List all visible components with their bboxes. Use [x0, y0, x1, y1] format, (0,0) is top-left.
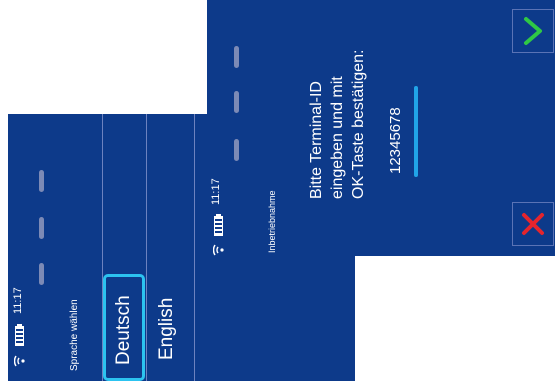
status-time: 11:17 [210, 178, 222, 205]
placeholder-dash [234, 91, 239, 113]
screen-title: Sprache wählen [69, 299, 80, 371]
wifi-icon [213, 244, 224, 256]
separator [146, 114, 147, 381]
prompt-line-2: eingeben und mit [329, 76, 346, 199]
status-time: 11:17 [12, 287, 24, 314]
terminal-id-screen: 11:17 Inbetriebnahme Bitte Terminal-ID e… [207, 0, 555, 256]
screen-title: Inbetriebnahme [267, 190, 277, 253]
placeholder-dash [39, 170, 44, 192]
placeholder-dash [234, 46, 239, 68]
battery-icon [15, 324, 24, 346]
wifi-icon [14, 355, 25, 367]
language-option-english[interactable]: English [148, 274, 192, 381]
terminal-id-value[interactable]: 12345678 [387, 107, 404, 174]
placeholder-dash [39, 263, 44, 285]
input-underline [414, 86, 418, 177]
language-label: Deutsch [113, 295, 134, 365]
chevron-right-icon [524, 17, 542, 45]
language-option-deutsch[interactable]: Deutsch [103, 274, 145, 381]
ok-button[interactable] [512, 9, 554, 53]
language-label: English [156, 297, 177, 360]
placeholder-dash [39, 217, 44, 239]
battery-icon [214, 214, 223, 236]
separator [194, 114, 195, 381]
cancel-button[interactable] [512, 202, 554, 246]
prompt-line-3: OK-Taste bestätigen: [350, 49, 367, 199]
prompt-line-1: Bitte Terminal-ID [308, 81, 325, 199]
placeholder-dash [234, 139, 239, 161]
close-icon [522, 213, 544, 235]
